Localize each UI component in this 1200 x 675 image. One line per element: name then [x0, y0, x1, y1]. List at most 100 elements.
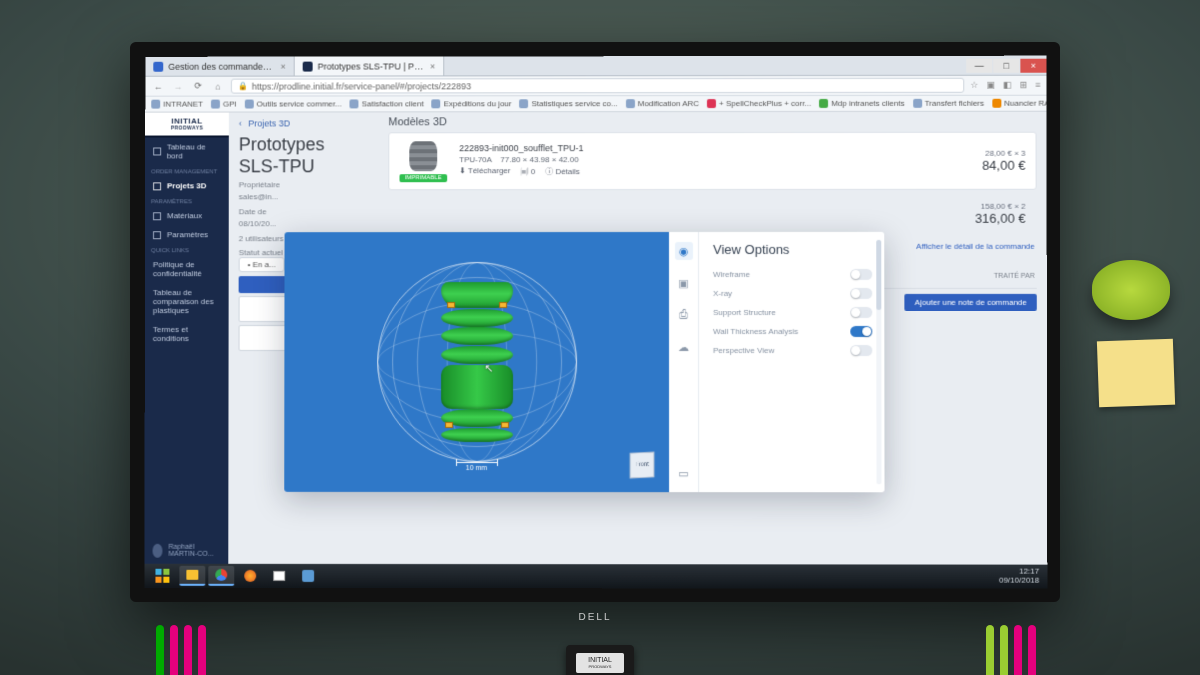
scrollbar[interactable]	[876, 240, 881, 484]
viewer-modal: ↖ 10 mm Front ◉ ▣ ⎙ ☁ ▭ View Options	[284, 232, 884, 492]
owner-email: sales@in...	[239, 192, 361, 201]
sidebar-link-privacy[interactable]: Politique de confidentialité	[145, 255, 229, 283]
bookmark-item[interactable]: Outils service commer...	[245, 99, 342, 108]
add-note-button[interactable]: Ajouter une note de commande	[905, 294, 1037, 311]
window-minimize-icon[interactable]: —	[966, 58, 992, 72]
viewer-viewport[interactable]: ↖ 10 mm Front	[284, 232, 669, 492]
tab-close-icon[interactable]: ×	[280, 61, 285, 71]
browser-titlebar: Gestion des commandes 3Y... × Prototypes…	[145, 56, 1046, 77]
details-button[interactable]: ⓘ Détails	[545, 166, 580, 180]
taskbar-app-firefox[interactable]	[237, 566, 263, 586]
extension-icon[interactable]: ◧	[1003, 80, 1012, 91]
taskbar-app-generic[interactable]	[295, 566, 321, 586]
browser-tabs: Gestion des commandes 3Y... × Prototypes…	[145, 56, 444, 75]
qty-icon[interactable]: 🗐 0	[521, 166, 536, 180]
model-thumbnail: IMPRIMABLE	[399, 139, 447, 183]
bookmark-item[interactable]: Satisfaction client	[350, 99, 424, 108]
folder-icon	[186, 570, 198, 580]
taskbar-app-explorer[interactable]	[179, 566, 205, 586]
model-row[interactable]: 158,00 € × 2 316,00 €	[388, 195, 1036, 233]
link-icon	[707, 99, 716, 108]
scale-indicator: 10 mm	[456, 462, 498, 472]
menu-icon[interactable]: ≡	[1035, 80, 1040, 91]
system-clock[interactable]: 12:17 09/10/2018	[999, 568, 1043, 586]
window-close-icon[interactable]: ×	[1020, 58, 1046, 72]
link-icon	[992, 99, 1001, 108]
model-row[interactable]: IMPRIMABLE 222893-init000_soufflet_TPU-1…	[388, 132, 1036, 190]
url-field[interactable]: 🔒 https://prodline.initial.fr/service-pa…	[231, 78, 964, 94]
window-controls: — □ ×	[966, 58, 1046, 72]
page-title: Prototypes SLS-TPU	[239, 134, 361, 177]
cloud-icon[interactable]: ☁	[675, 338, 693, 356]
start-button[interactable]	[148, 566, 176, 586]
chevron-left-icon: ‹	[239, 119, 242, 129]
layers-icon[interactable]: ▣	[675, 274, 693, 292]
app-logo[interactable]: INITIAL PRODWAYS	[145, 113, 229, 138]
monitor-brand: DELL	[562, 612, 628, 623]
star-icon[interactable]: ☆	[970, 80, 978, 91]
eye-icon[interactable]: ◉	[675, 242, 693, 260]
option-perspective[interactable]: Perspective View	[713, 341, 872, 360]
screen: Gestion des commandes 3Y... × Prototypes…	[144, 56, 1047, 589]
nav-forward-icon[interactable]: →	[171, 79, 185, 93]
option-xray[interactable]: X-ray	[713, 284, 872, 303]
browser-tab[interactable]: Prototypes SLS-TPU | Partner Serv... ×	[295, 56, 445, 75]
chrome-icon	[215, 569, 227, 581]
bookmark-item[interactable]: Mdp intranets clients	[819, 99, 905, 108]
sidebar-user[interactable]: Raphaël MARTIN-CO...	[145, 538, 229, 564]
sidebar-section-heading: QUICK LINKS	[145, 244, 229, 255]
folder-icon	[211, 100, 220, 109]
toggle[interactable]	[850, 288, 872, 299]
model-render	[441, 282, 513, 442]
folder-icon	[151, 100, 160, 109]
print-icon[interactable]: ⎙	[675, 306, 693, 324]
app-root: INITIAL PRODWAYS Tableau de bord ORDER M…	[145, 112, 1048, 565]
view-cube[interactable]: Front	[630, 452, 655, 479]
bookmark-item[interactable]: INTRANET	[151, 100, 203, 109]
browser-address-bar: ← → ⟳ ⌂ 🔒 https://prodline.initial.fr/se…	[145, 76, 1046, 97]
nav-reload-icon[interactable]: ⟳	[191, 79, 205, 93]
toggle[interactable]	[850, 307, 872, 318]
sidebar-link-comparison[interactable]: Tableau de comparaison des plastiques	[145, 283, 229, 320]
taskbar-app-chrome[interactable]	[208, 566, 234, 586]
printable-badge: IMPRIMABLE	[400, 174, 447, 182]
option-support[interactable]: Support Structure	[713, 303, 872, 322]
option-wall-thickness[interactable]: Wall Thickness Analysis	[713, 322, 872, 341]
firefox-icon	[244, 570, 256, 582]
bookmark-item[interactable]: Statistiques service co...	[520, 99, 618, 108]
breadcrumb[interactable]: ‹ Projets 3D	[229, 112, 371, 134]
bookmark-item[interactable]: Modification ARC	[626, 99, 699, 108]
toggle[interactable]	[850, 326, 872, 337]
bookmark-item[interactable]: + SpellCheckPlus + corr...	[707, 99, 811, 108]
extension-icon[interactable]: ▣	[986, 80, 995, 91]
toggle[interactable]	[850, 345, 872, 356]
sidebar-item-materials[interactable]: Matériaux	[145, 206, 229, 225]
sidebar-item-dashboard[interactable]: Tableau de bord	[145, 137, 229, 165]
tab-close-icon[interactable]: ×	[430, 61, 435, 71]
window-maximize-icon[interactable]: □	[993, 58, 1019, 72]
link-icon	[913, 99, 922, 108]
presentation-icon[interactable]: ▭	[675, 464, 693, 482]
taskbar-app-mail[interactable]	[266, 566, 292, 586]
bookmark-item[interactable]: Nuancier RAL	[992, 99, 1046, 108]
sidebar-item-settings[interactable]: Paramètres	[145, 225, 229, 244]
extension-icon[interactable]: ⊞	[1020, 80, 1028, 91]
sidebar-link-terms[interactable]: Termes et conditions	[145, 320, 229, 348]
dashboard-icon	[153, 147, 161, 155]
sidebar-item-projects[interactable]: Projets 3D	[145, 176, 229, 195]
bookmark-item[interactable]: GPI	[211, 100, 237, 109]
pen-holder-prop	[980, 625, 1060, 675]
nav-back-icon[interactable]: ←	[151, 79, 165, 93]
url-text: https://prodline.initial.fr/service-pane…	[252, 81, 471, 91]
tab-label: Prototypes SLS-TPU | Partner Serv...	[318, 61, 425, 71]
status-chip: • En a...	[239, 257, 285, 272]
bookmark-item[interactable]: Transfert fichiers	[913, 99, 984, 108]
link-icon	[350, 99, 359, 108]
option-wireframe[interactable]: Wireframe	[713, 265, 872, 284]
nav-home-icon[interactable]: ⌂	[211, 79, 225, 93]
toggle[interactable]	[850, 269, 872, 280]
download-button[interactable]: ⬇ Télécharger	[459, 166, 510, 180]
browser-tab[interactable]: Gestion des commandes 3Y... ×	[145, 57, 294, 76]
link-icon	[819, 99, 828, 108]
bookmark-item[interactable]: Expéditions du jour	[432, 99, 512, 108]
